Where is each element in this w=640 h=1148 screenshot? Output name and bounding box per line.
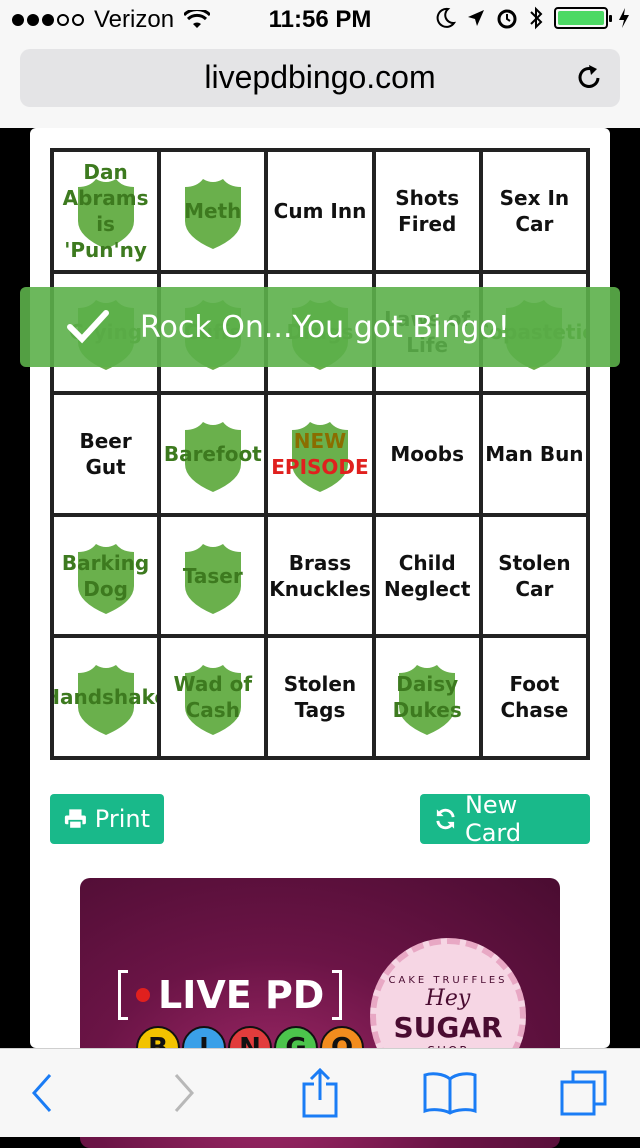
free-space-line1: NEW	[293, 428, 347, 453]
refresh-icon	[436, 808, 455, 830]
bingo-cell-text: Stolen Car	[498, 550, 571, 601]
bingo-cell-text: Child Neglect	[383, 550, 471, 601]
browser-toolbar	[0, 1048, 640, 1137]
live-pd-text: LIVE PD	[158, 973, 325, 1017]
bingo-cell[interactable]: Wad of Cash	[159, 636, 267, 758]
battery-icon	[554, 7, 612, 29]
bingo-cell-text: Beer Gut	[79, 428, 132, 479]
bingo-cell[interactable]: Stolen Tags	[266, 636, 374, 758]
new-card-label: New Card	[464, 791, 522, 847]
location-arrow-icon	[468, 10, 484, 26]
bingo-cell[interactable]: Child Neglect	[373, 514, 481, 637]
back-chevron-icon	[31, 1074, 52, 1112]
bingo-card-grid: Dan Abrams is 'Pun'ny Meth Cum Inn Shots Fi…	[50, 148, 590, 760]
bingo-cell[interactable]: Man Bun	[480, 393, 588, 515]
tabs-button[interactable]	[556, 1067, 612, 1119]
status-right	[436, 6, 630, 30]
bingo-cell-text: NEW EPISODE	[269, 428, 370, 480]
bookmarks-book-icon	[423, 1072, 477, 1115]
reload-icon[interactable]	[572, 61, 606, 95]
record-dot-icon	[136, 988, 150, 1002]
bingo-cell-text: Foot Chase	[500, 672, 569, 723]
bingo-cell[interactable]: Sex In Car	[480, 150, 588, 272]
bingo-cell-text: Barking Dog	[61, 550, 150, 601]
bingo-cell-text: Moobs	[390, 441, 464, 466]
tabs-icon	[560, 1070, 607, 1116]
bingo-cell[interactable]: Daisy Dukes	[373, 636, 481, 758]
bluetooth-icon	[530, 6, 543, 30]
bingo-cell[interactable]: Shots Fired	[373, 150, 481, 272]
live-pd-logo: LIVE PD	[118, 970, 343, 1020]
bingo-cell-text: Sex In Car	[499, 185, 570, 236]
bingo-cell[interactable]: Barking Dog	[52, 514, 160, 637]
forward-button[interactable]	[156, 1067, 212, 1119]
sugar-top-text: CAKE TRUFFLES	[388, 974, 508, 986]
bingo-cell[interactable]: Brass Knuckles	[266, 514, 374, 637]
bingo-cell-text: Meth	[184, 198, 242, 223]
bingo-cell[interactable]: Taser	[159, 514, 267, 637]
bingo-cell[interactable]: Foot Chase	[480, 636, 588, 758]
toast-message: Rock On...You got Bingo!	[140, 309, 510, 345]
bingo-cell[interactable]: Stolen Car	[480, 514, 588, 637]
back-button[interactable]	[14, 1067, 70, 1119]
bingo-cell-text: Taser	[182, 563, 243, 588]
bingo-cell[interactable]: NEW EPISODE	[266, 393, 374, 515]
bingo-cell-text: Handshake	[54, 685, 157, 710]
bookmarks-button[interactable]	[422, 1067, 478, 1119]
bingo-cell[interactable]: Moobs	[373, 393, 481, 515]
bingo-cell[interactable]: Barefoot	[159, 393, 267, 515]
print-button[interactable]: Print	[50, 794, 164, 844]
bingo-cell-text: Brass Knuckles	[269, 550, 371, 601]
bingo-cell-text: Wad of Cash	[173, 672, 253, 723]
bingo-cell-text: Stolen Tags	[283, 672, 357, 723]
checkmark-icon	[67, 310, 109, 344]
bingo-cell-text: Barefoot	[163, 441, 262, 466]
share-button[interactable]	[292, 1067, 348, 1119]
url-text[interactable]: livepdbingo.com	[20, 59, 620, 96]
bingo-cell-text: Dan Abrams is 'Pun'ny	[62, 159, 149, 262]
browser-address-area: livepdbingo.com	[0, 40, 640, 129]
address-bar[interactable]: livepdbingo.com	[20, 49, 620, 107]
sugar-hey-text: Hey	[425, 985, 471, 1011]
share-icon	[302, 1068, 338, 1118]
status-bar: Verizon 11:56 PM	[0, 0, 640, 40]
bingo-cell-text: Daisy Dukes	[392, 672, 462, 723]
alarm-icon	[497, 9, 517, 29]
moon-icon	[436, 7, 456, 28]
bingo-cell[interactable]: Cum Inn	[266, 150, 374, 272]
bingo-toast: Rock On...You got Bingo!	[20, 287, 620, 367]
free-space-line2: EPISODE	[271, 454, 369, 479]
bingo-cell[interactable]: Beer Gut	[52, 393, 160, 515]
bingo-cell[interactable]: Dan Abrams is 'Pun'ny	[52, 150, 160, 272]
bingo-cell[interactable]: Handshake	[52, 636, 160, 758]
bingo-cell-text: Man Bun	[485, 441, 584, 466]
new-card-button[interactable]: New Card	[420, 791, 590, 847]
printer-icon	[64, 809, 86, 830]
print-label: Print	[94, 805, 150, 833]
charging-icon	[619, 8, 629, 28]
sugar-main-text: SUGAR	[393, 1010, 503, 1044]
bingo-cell-text: Shots Fired	[395, 185, 460, 236]
bingo-cell[interactable]: Meth	[159, 150, 267, 272]
forward-chevron-icon	[174, 1074, 195, 1112]
bingo-cell-text: Cum Inn	[273, 198, 367, 223]
